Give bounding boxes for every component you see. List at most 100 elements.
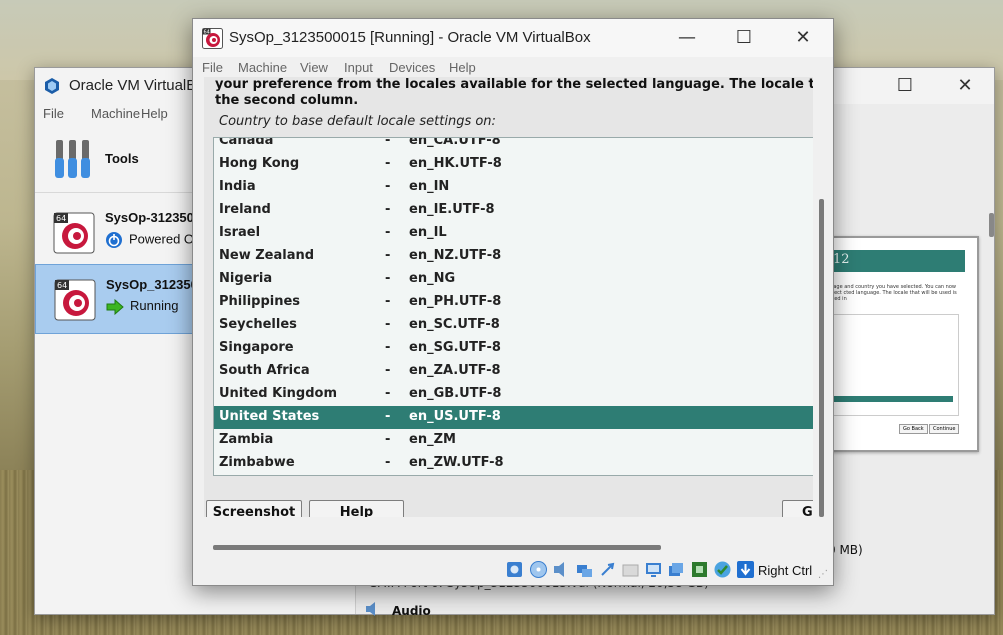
svg-text:64: 64: [56, 214, 66, 223]
locale-country: United Kingdom: [219, 386, 338, 401]
locale-list[interactable]: Canada - en_CA.UTF-8 Hong Kong - en_HK.UTF-8 I…: [213, 137, 813, 476]
locale-prompt: Country to base default locale settings …: [219, 114, 496, 129]
svg-text:64: 64: [57, 281, 67, 290]
locale-code: en_PH.UTF-8: [409, 294, 502, 309]
screenshot-button[interactable]: Screenshot: [206, 500, 302, 517]
locale-row[interactable]: South Africa - en_ZA.UTF-8: [214, 360, 813, 383]
tools-icon: [55, 140, 90, 178]
locale-code: en_ZM: [409, 432, 456, 447]
locale-separator: -: [385, 294, 391, 309]
locale-row[interactable]: United Kingdom - en_GB.UTF-8: [214, 383, 813, 406]
vm-menu-bar: File Machine View Input Devices Help: [193, 59, 833, 77]
manager-menu-file[interactable]: File: [43, 106, 64, 121]
locale-code: en_IL: [409, 225, 447, 240]
host-key-label: Right Ctrl: [758, 563, 813, 578]
locale-row[interactable]: Hong Kong - en_HK.UTF-8: [214, 153, 813, 176]
locale-code: en_ZW.UTF-8: [409, 455, 504, 470]
locale-separator: -: [385, 179, 391, 194]
locale-row-selected[interactable]: United States - en_US.UTF-8: [214, 406, 813, 429]
display-icon[interactable]: [644, 560, 663, 579]
preview-selection: [827, 396, 953, 402]
vertical-scrollbar[interactable]: [819, 199, 824, 517]
preview-text: guage and country you have selected. You…: [827, 284, 957, 302]
guest-display[interactable]: your preference from the locales availab…: [204, 77, 813, 517]
menu-devices[interactable]: Devices: [389, 60, 435, 75]
locale-country: Canada: [219, 137, 274, 148]
locale-separator: -: [385, 455, 391, 470]
optical-drive-icon[interactable]: [529, 560, 548, 579]
locale-country: Hong Kong: [219, 156, 300, 171]
close-button[interactable]: ✕: [785, 26, 821, 50]
usb-icon[interactable]: [598, 560, 617, 579]
locale-separator: -: [385, 137, 391, 148]
help-button[interactable]: Help: [309, 500, 404, 517]
preview-continue-button: Continue: [929, 424, 960, 434]
vm-state-label: Running: [130, 298, 179, 313]
locale-separator: -: [385, 271, 391, 286]
locale-code: en_CA.UTF-8: [409, 137, 501, 148]
locale-row[interactable]: New Zealand - en_NZ.UTF-8: [214, 245, 813, 268]
locale-separator: -: [385, 386, 391, 401]
virtualbox-logo-icon: [45, 78, 59, 94]
host-key-arrow-icon[interactable]: [736, 560, 755, 579]
locale-code: en_ZA.UTF-8: [409, 363, 501, 378]
debian-vm-icon: 64: [54, 279, 96, 321]
resize-grip-icon[interactable]: ⋰: [818, 569, 828, 580]
vm-state: Running: [106, 298, 178, 315]
locale-separator: -: [385, 409, 391, 424]
locale-country: Singapore: [219, 340, 294, 355]
locale-row[interactable]: Singapore - en_SG.UTF-8: [214, 337, 813, 360]
locale-row[interactable]: Canada - en_CA.UTF-8: [214, 137, 813, 153]
manager-menu-machine[interactable]: Machine: [91, 106, 140, 121]
menu-input[interactable]: Input: [344, 60, 373, 75]
power-off-icon: [106, 232, 122, 248]
locale-row[interactable]: India - en_IN: [214, 176, 813, 199]
locale-code: en_GB.UTF-8: [409, 386, 502, 401]
locale-row[interactable]: Nigeria - en_NG: [214, 268, 813, 291]
locale-code: en_SG.UTF-8: [409, 340, 501, 355]
shared-folders-icon[interactable]: [621, 560, 640, 579]
audio-status-icon[interactable]: [552, 560, 571, 579]
locale-row[interactable]: Zambia - en_ZM: [214, 429, 813, 452]
locale-separator: -: [385, 432, 391, 447]
locale-separator: -: [385, 202, 391, 217]
hard-disk-icon[interactable]: [505, 560, 524, 579]
locale-code: en_IE.UTF-8: [409, 202, 495, 217]
details-audio-heading[interactable]: Audio: [392, 604, 431, 618]
menu-file[interactable]: File: [202, 60, 223, 75]
locale-row[interactable]: Seychelles - en_SC.UTF-8: [214, 314, 813, 337]
menu-machine[interactable]: Machine: [238, 60, 287, 75]
manager-menu-help[interactable]: Help: [141, 106, 168, 121]
menu-help[interactable]: Help: [449, 60, 476, 75]
manager-close-button[interactable]: ✕: [950, 74, 980, 98]
manager-scrollbar[interactable]: [989, 213, 994, 237]
locale-separator: -: [385, 156, 391, 171]
locale-country: New Zealand: [219, 248, 315, 263]
video-capture-icon[interactable]: [667, 560, 686, 579]
audio-icon: [366, 602, 375, 616]
network-icon[interactable]: [575, 560, 594, 579]
manager-maximize-button[interactable]: ☐: [890, 74, 920, 98]
vm-state-label: Powered O: [129, 231, 195, 247]
locale-country: Zambia: [219, 432, 274, 447]
maximize-button[interactable]: ☐: [726, 26, 762, 50]
minimize-button[interactable]: —: [669, 26, 705, 50]
locale-row[interactable]: Ireland - en_IE.UTF-8: [214, 199, 813, 222]
cpu-icon[interactable]: [690, 560, 709, 579]
continue-button[interactable]: G: [782, 500, 813, 517]
locale-country: United States: [219, 409, 320, 424]
menu-view[interactable]: View: [300, 60, 328, 75]
vm-name: SysOp_312350: [106, 277, 198, 292]
locale-separator: -: [385, 225, 391, 240]
horizontal-scrollbar[interactable]: [213, 545, 661, 550]
intro-line-2: the second column.: [215, 93, 359, 108]
locale-row[interactable]: Israel - en_IL: [214, 222, 813, 245]
vm-name: SysOp-312350: [105, 210, 194, 225]
vm-status-bar: Right Ctrl ⋰: [193, 557, 833, 583]
locale-country: South Africa: [219, 363, 310, 378]
locale-code: en_HK.UTF-8: [409, 156, 502, 171]
guest-additions-icon[interactable]: [713, 560, 732, 579]
locale-row[interactable]: Philippines - en_PH.UTF-8: [214, 291, 813, 314]
locale-row[interactable]: Zimbabwe - en_ZW.UTF-8: [214, 452, 813, 475]
manager-title: Oracle VM VirtualBo: [69, 77, 205, 94]
